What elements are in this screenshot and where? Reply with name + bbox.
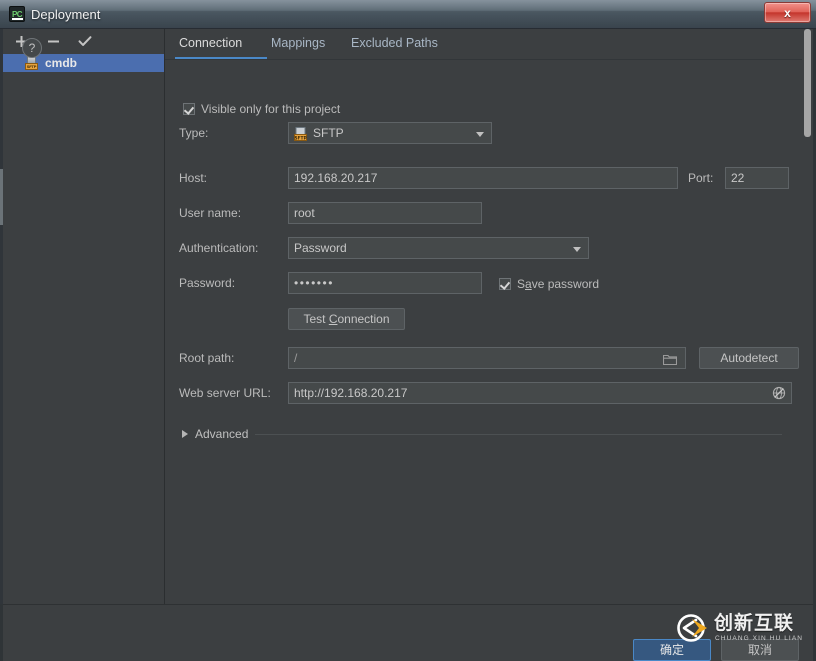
save-password-checkbox[interactable]: Save password (499, 277, 599, 291)
checkbox-box (499, 278, 511, 290)
visible-only-checkbox[interactable]: Visible only for this project (183, 102, 340, 116)
dialog-content: SFTP cmdb Connection Mappings Excluded P… (0, 29, 816, 661)
sftp-type-icon: SFTP (294, 127, 308, 141)
authentication-combobox[interactable]: Password (288, 237, 589, 259)
authentication-label: Authentication: (179, 241, 259, 255)
sftp-badge-label: SFTP (25, 63, 38, 70)
window-title: Deployment (31, 7, 101, 22)
tab-connection[interactable]: Connection (179, 36, 242, 50)
advanced-section-toggle[interactable]: Advanced (182, 427, 782, 441)
help-button[interactable]: ? (22, 38, 42, 58)
tab-mappings[interactable]: Mappings (271, 36, 325, 50)
type-combobox[interactable]: SFTP SFTP (288, 122, 492, 144)
host-input[interactable]: 192.168.20.217 (288, 167, 678, 189)
cancel-button[interactable]: 取消 (721, 639, 799, 661)
minus-icon[interactable] (45, 34, 61, 50)
ok-button[interactable]: 确定 (633, 639, 711, 661)
svg-text:SFTP: SFTP (294, 135, 307, 141)
vertical-scrollbar-thumb[interactable] (804, 29, 811, 137)
chevron-down-icon (573, 247, 581, 252)
user-name-label: User name: (179, 206, 242, 220)
server-list-item-label: cmdb (45, 56, 78, 70)
tab-excluded-paths[interactable]: Excluded Paths (351, 36, 438, 50)
test-connection-button[interactable]: Test Connection (288, 308, 405, 330)
host-label: Host: (179, 171, 208, 185)
visible-only-label: Visible only for this project (201, 102, 341, 116)
web-server-url-label: Web server URL: (179, 386, 271, 400)
advanced-divider (255, 433, 782, 435)
title-bar: PC Deployment x (0, 0, 816, 29)
root-path-input[interactable]: / (288, 347, 686, 369)
vertical-scrollbar[interactable] (802, 29, 813, 604)
autodetect-button[interactable]: Autodetect (699, 347, 799, 369)
password-label: Password: (179, 276, 236, 290)
type-value: SFTP (313, 126, 344, 140)
port-label: Port: (688, 171, 714, 185)
advanced-label: Advanced (195, 427, 249, 441)
connection-settings-panel: Connection Mappings Excluded Paths Visib… (165, 29, 813, 604)
pycharm-icon: PC (9, 6, 25, 22)
server-list-panel: SFTP cmdb (3, 29, 165, 604)
checkbox-box (183, 103, 195, 115)
triangle-right-icon (182, 430, 188, 438)
server-list: SFTP cmdb (3, 54, 164, 604)
close-icon[interactable]: x (764, 2, 811, 23)
web-server-url-input[interactable]: http://192.168.20.217 (288, 382, 792, 404)
globe-icon[interactable] (772, 386, 786, 400)
chevron-down-icon (476, 132, 484, 137)
title-bar-glass (0, 0, 816, 29)
authentication-value: Password (294, 241, 347, 255)
user-name-input[interactable]: root (288, 202, 482, 224)
deployment-dialog: PC Deployment x SFTP cmdb Connection Map… (0, 0, 816, 661)
root-path-label: Root path: (179, 351, 235, 365)
password-input[interactable]: ••••••• (288, 272, 482, 294)
connection-form: Visible only for this project Type: SFTP… (165, 59, 813, 604)
folder-icon[interactable] (662, 352, 678, 366)
check-icon[interactable] (77, 34, 93, 50)
sftp-server-icon: SFTP (25, 56, 39, 70)
type-label: Type: (179, 126, 209, 140)
port-input[interactable]: 22 (725, 167, 789, 189)
tab-bar: Connection Mappings Excluded Paths (165, 29, 813, 60)
save-password-label: Save password (517, 277, 600, 291)
